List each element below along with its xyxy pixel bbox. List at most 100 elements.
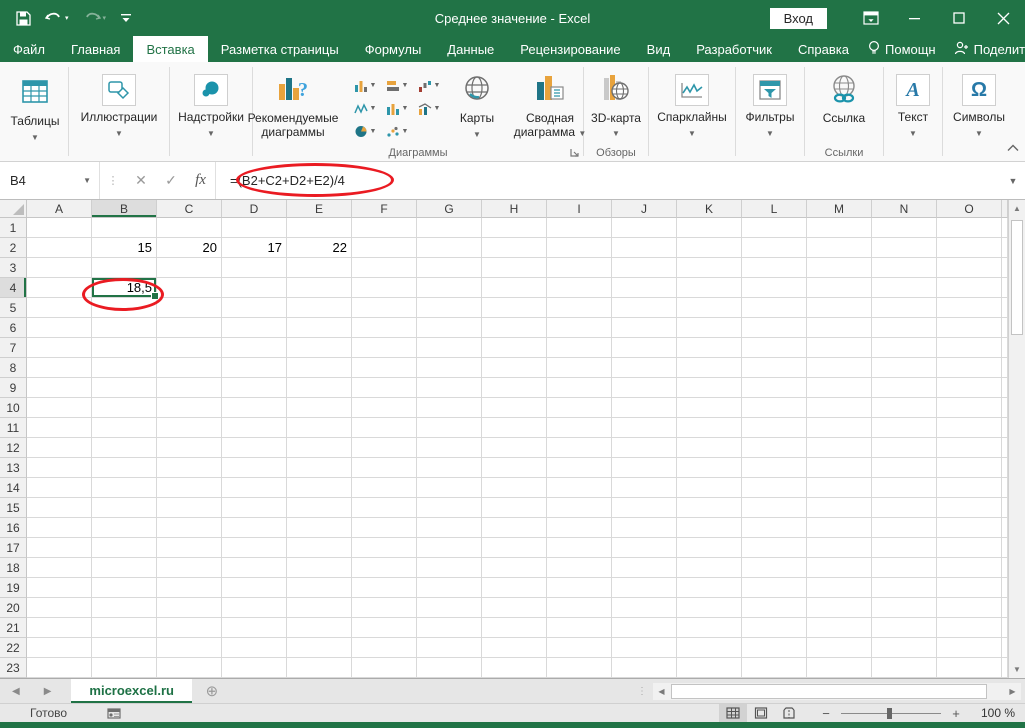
cell-J4[interactable] [612, 278, 677, 298]
cell-B11[interactable] [92, 418, 157, 438]
cell-F22[interactable] [352, 638, 417, 658]
zoom-in-icon[interactable]: + [949, 706, 963, 721]
cell-J6[interactable] [612, 318, 677, 338]
cell-J8[interactable] [612, 358, 677, 378]
cell-E17[interactable] [287, 538, 352, 558]
bar-chart-button[interactable]: ▼ [381, 74, 413, 97]
cell-M6[interactable] [807, 318, 872, 338]
cell-K6[interactable] [677, 318, 742, 338]
cell-J15[interactable] [612, 498, 677, 518]
cell-O17[interactable] [937, 538, 1002, 558]
cell-G2[interactable] [417, 238, 482, 258]
cell-O22[interactable] [937, 638, 1002, 658]
link-button[interactable]: Ссылка [809, 66, 879, 125]
cell-J18[interactable] [612, 558, 677, 578]
cell-L5[interactable] [742, 298, 807, 318]
cell-E2[interactable]: 22 [287, 238, 352, 258]
cell-A18[interactable] [27, 558, 92, 578]
cell-L8[interactable] [742, 358, 807, 378]
cell-H22[interactable] [482, 638, 547, 658]
cell-N4[interactable] [872, 278, 937, 298]
cell-H17[interactable] [482, 538, 547, 558]
row-header-3[interactable]: 3 [0, 258, 27, 278]
cell-C7[interactable] [157, 338, 222, 358]
cell-O16[interactable] [937, 518, 1002, 538]
cell-H3[interactable] [482, 258, 547, 278]
cell-M16[interactable] [807, 518, 872, 538]
sheet-nav-left-icon[interactable]: ◀ [0, 686, 32, 697]
cell-E23[interactable] [287, 658, 352, 678]
cell-I19[interactable] [547, 578, 612, 598]
row-header-8[interactable]: 8 [0, 358, 27, 378]
cell-I14[interactable] [547, 478, 612, 498]
cell-M20[interactable] [807, 598, 872, 618]
cell-M9[interactable] [807, 378, 872, 398]
cell-H21[interactable] [482, 618, 547, 638]
cell-K21[interactable] [677, 618, 742, 638]
cell-K10[interactable] [677, 398, 742, 418]
cell-G21[interactable] [417, 618, 482, 638]
cell-C19[interactable] [157, 578, 222, 598]
select-all-corner[interactable] [0, 200, 27, 218]
column-header-A[interactable]: A [27, 200, 92, 218]
cell-E15[interactable] [287, 498, 352, 518]
cell-M4[interactable] [807, 278, 872, 298]
cell-G11[interactable] [417, 418, 482, 438]
tab-вставка[interactable]: Вставка [133, 36, 207, 62]
cell-F18[interactable] [352, 558, 417, 578]
cell-G12[interactable] [417, 438, 482, 458]
scroll-left-icon[interactable]: ◀ [653, 683, 670, 700]
cell-K8[interactable] [677, 358, 742, 378]
cell-L17[interactable] [742, 538, 807, 558]
cell-I5[interactable] [547, 298, 612, 318]
cell-H20[interactable] [482, 598, 547, 618]
cell-J11[interactable] [612, 418, 677, 438]
cell-I15[interactable] [547, 498, 612, 518]
column-header-B[interactable]: B [92, 200, 157, 218]
cell-I12[interactable] [547, 438, 612, 458]
cell-D1[interactable] [222, 218, 287, 238]
row-header-11[interactable]: 11 [0, 418, 27, 438]
cell-G22[interactable] [417, 638, 482, 658]
cell-D8[interactable] [222, 358, 287, 378]
cell-B18[interactable] [92, 558, 157, 578]
cell-N10[interactable] [872, 398, 937, 418]
cell-J2[interactable] [612, 238, 677, 258]
cell-N13[interactable] [872, 458, 937, 478]
cell-A1[interactable] [27, 218, 92, 238]
zoom-level-label[interactable]: 100 % [971, 706, 1015, 720]
cell-B4[interactable]: 18,5 [92, 278, 157, 298]
cell-A13[interactable] [27, 458, 92, 478]
sign-in-button[interactable]: Вход [770, 8, 827, 29]
cell-L22[interactable] [742, 638, 807, 658]
cell-K7[interactable] [677, 338, 742, 358]
cell-M3[interactable] [807, 258, 872, 278]
cell-F7[interactable] [352, 338, 417, 358]
cell-O14[interactable] [937, 478, 1002, 498]
cell-C3[interactable] [157, 258, 222, 278]
cell-J9[interactable] [612, 378, 677, 398]
cell-G19[interactable] [417, 578, 482, 598]
cell-E19[interactable] [287, 578, 352, 598]
cell-A16[interactable] [27, 518, 92, 538]
cell-M10[interactable] [807, 398, 872, 418]
cell-N1[interactable] [872, 218, 937, 238]
cell-F10[interactable] [352, 398, 417, 418]
cell-F17[interactable] [352, 538, 417, 558]
cell-B17[interactable] [92, 538, 157, 558]
cell-K20[interactable] [677, 598, 742, 618]
cell-M2[interactable] [807, 238, 872, 258]
cell-I1[interactable] [547, 218, 612, 238]
cell-B14[interactable] [92, 478, 157, 498]
cell-L7[interactable] [742, 338, 807, 358]
cell-B13[interactable] [92, 458, 157, 478]
row-header-17[interactable]: 17 [0, 538, 27, 558]
cell-H23[interactable] [482, 658, 547, 678]
row-header-2[interactable]: 2 [0, 238, 27, 258]
cell-G13[interactable] [417, 458, 482, 478]
undo-icon[interactable]: ▾ [45, 11, 69, 25]
cell-L3[interactable] [742, 258, 807, 278]
column-header-L[interactable]: L [742, 200, 807, 218]
row-header-6[interactable]: 6 [0, 318, 27, 338]
cell-K14[interactable] [677, 478, 742, 498]
